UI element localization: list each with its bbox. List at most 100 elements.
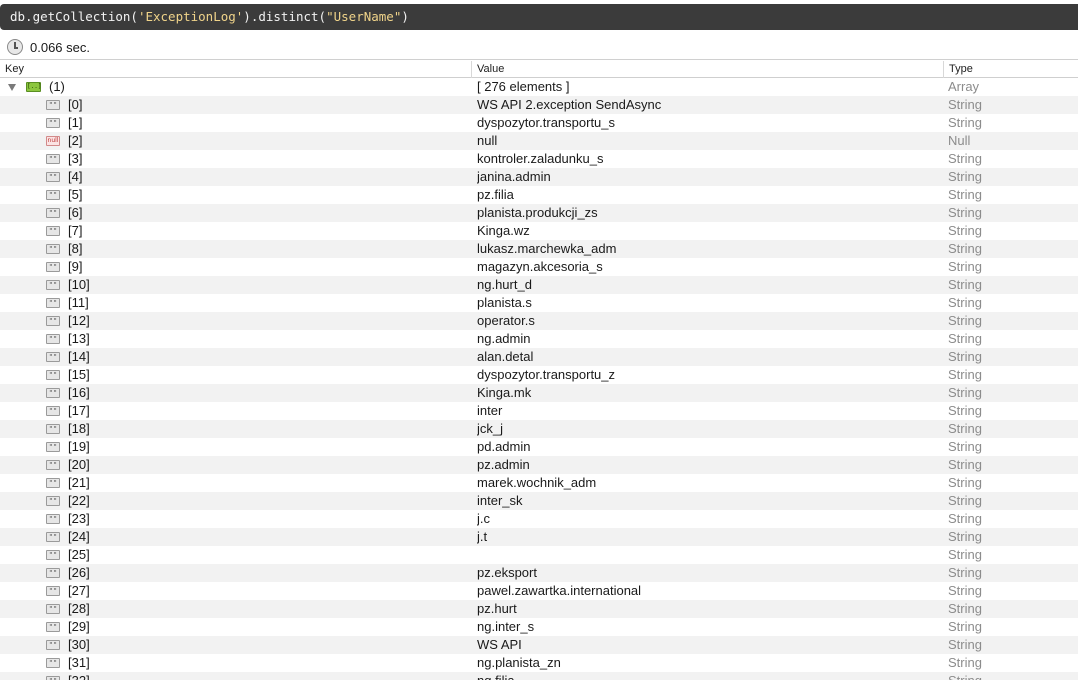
table-row[interactable]: "" [24] j.t String xyxy=(0,528,1078,546)
element-value: kontroler.zaladunku_s xyxy=(477,151,604,166)
element-type: String xyxy=(948,421,982,436)
string-type-icon: "" xyxy=(46,334,60,344)
element-type: String xyxy=(948,655,982,670)
table-row[interactable]: "" [27] pawel.zawartka.international String xyxy=(0,582,1078,600)
table-row[interactable]: "" [0] WS API 2.exception SendAsync String xyxy=(0,96,1078,114)
column-header-type[interactable]: Type xyxy=(943,61,1078,78)
table-row[interactable]: "" [21] marek.wochnik_adm String xyxy=(0,474,1078,492)
query-suffix: ) xyxy=(401,9,409,24)
table-row[interactable]: "" [14] alan.detal String xyxy=(0,348,1078,366)
element-value: WS API 2.exception SendAsync xyxy=(477,97,662,112)
table-row[interactable]: "" [6] planista.produkcji_zs String xyxy=(0,204,1078,222)
element-value: lukasz.marchewka_adm xyxy=(477,241,617,256)
table-row[interactable]: "" [7] Kinga.wz String xyxy=(0,222,1078,240)
element-value: alan.detal xyxy=(477,349,534,364)
table-row[interactable]: "" [23] j.c String xyxy=(0,510,1078,528)
table-row[interactable]: "" [11] planista.s String xyxy=(0,294,1078,312)
table-row[interactable]: null [2] null Null xyxy=(0,132,1078,150)
table-row[interactable]: "" [1] dyspozytor.transportu_s String xyxy=(0,114,1078,132)
string-type-icon: "" xyxy=(46,154,60,164)
element-value: ng.inter_s xyxy=(477,619,535,634)
query-text[interactable]: db.getCollection('ExceptionLog').distinc… xyxy=(10,9,409,24)
string-type-icon: "" xyxy=(46,550,60,560)
element-type: String xyxy=(948,457,982,472)
string-type-icon: "" xyxy=(46,586,60,596)
element-value: WS API xyxy=(477,637,522,652)
element-value: pz.hurt xyxy=(477,601,517,616)
element-type: String xyxy=(948,277,982,292)
element-key: [12] xyxy=(68,313,90,328)
expand-triangle-icon[interactable] xyxy=(8,84,16,91)
element-key: [2] xyxy=(68,133,83,148)
table-row[interactable]: "" [32] ng.filia String xyxy=(0,672,1078,680)
element-value: jck_j xyxy=(477,421,504,436)
element-type: String xyxy=(948,583,982,598)
root-key: (1) xyxy=(49,79,65,94)
table-row[interactable]: "" [4] janina.admin String xyxy=(0,168,1078,186)
element-value: null xyxy=(477,133,498,148)
table-row[interactable]: "" [13] ng.admin String xyxy=(0,330,1078,348)
table-row[interactable]: "" [22] inter_sk String xyxy=(0,492,1078,510)
results-tree[interactable]: [..] (1) [ 276 elements ] Array "" [0] WS … xyxy=(0,78,1078,680)
element-key: [15] xyxy=(68,367,90,382)
table-row[interactable]: "" [31] ng.planista_zn String xyxy=(0,654,1078,672)
key-cell: "" [30] xyxy=(0,636,471,654)
string-type-icon: "" xyxy=(46,118,60,128)
key-cell: "" [13] xyxy=(0,330,471,348)
column-header-key[interactable]: Key xyxy=(0,61,471,78)
element-key: [11] xyxy=(68,295,89,310)
table-row[interactable]: "" [9] magazyn.akcesoria_s String xyxy=(0,258,1078,276)
element-type: String xyxy=(948,439,982,454)
key-cell: "" [22] xyxy=(0,492,471,510)
column-header-value[interactable]: Value xyxy=(471,61,943,78)
element-value: operator.s xyxy=(477,313,535,328)
table-row[interactable]: "" [3] kontroler.zaladunku_s String xyxy=(0,150,1078,168)
table-row[interactable]: "" [8] lukasz.marchewka_adm String xyxy=(0,240,1078,258)
table-row[interactable]: "" [12] operator.s String xyxy=(0,312,1078,330)
string-type-icon: "" xyxy=(46,424,60,434)
table-row[interactable]: "" [10] ng.hurt_d String xyxy=(0,276,1078,294)
string-type-icon: "" xyxy=(46,208,60,218)
element-type: String xyxy=(948,115,982,130)
element-key: [29] xyxy=(68,619,90,634)
key-cell: "" [14] xyxy=(0,348,471,366)
element-type: String xyxy=(948,475,982,490)
element-type: String xyxy=(948,331,982,346)
key-cell: "" [6] xyxy=(0,204,471,222)
element-value: pz.admin xyxy=(477,457,530,472)
results-header: Key Value Type xyxy=(0,61,1078,78)
key-cell: "" [21] xyxy=(0,474,471,492)
table-row[interactable]: "" [28] pz.hurt String xyxy=(0,600,1078,618)
table-row[interactable]: "" [20] pz.admin String xyxy=(0,456,1078,474)
element-type: String xyxy=(948,349,982,364)
string-type-icon: "" xyxy=(46,640,60,650)
table-row[interactable]: "" [30] WS API String xyxy=(0,636,1078,654)
element-key: [16] xyxy=(68,385,90,400)
string-type-icon: "" xyxy=(46,388,60,398)
table-row[interactable]: "" [29] ng.inter_s String xyxy=(0,618,1078,636)
table-row[interactable]: "" [19] pd.admin String xyxy=(0,438,1078,456)
key-cell: "" [15] xyxy=(0,366,471,384)
key-cell: "" [10] xyxy=(0,276,471,294)
table-row[interactable]: "" [15] dyspozytor.transportu_z String xyxy=(0,366,1078,384)
element-key: [20] xyxy=(68,457,90,472)
string-type-icon: "" xyxy=(46,568,60,578)
query-bar[interactable]: db.getCollection('ExceptionLog').distinc… xyxy=(0,4,1078,30)
element-key: [4] xyxy=(68,169,83,184)
string-type-icon: "" xyxy=(46,442,60,452)
table-row[interactable]: "" [18] jck_j String xyxy=(0,420,1078,438)
element-key: [21] xyxy=(68,475,90,490)
element-value: Kinga.mk xyxy=(477,385,532,400)
element-value: pd.admin xyxy=(477,439,531,454)
table-row[interactable]: "" [17] inter String xyxy=(0,402,1078,420)
key-cell: "" [1] xyxy=(0,114,471,132)
table-row[interactable]: "" [26] pz.eksport String xyxy=(0,564,1078,582)
table-row[interactable]: "" [5] pz.filia String xyxy=(0,186,1078,204)
root-row[interactable]: [..] (1) [ 276 elements ] Array xyxy=(0,78,1078,96)
element-type: String xyxy=(948,547,982,562)
table-row[interactable]: "" [16] Kinga.mk String xyxy=(0,384,1078,402)
key-cell: "" [8] xyxy=(0,240,471,258)
element-key: [13] xyxy=(68,331,90,346)
table-row[interactable]: "" [25] String xyxy=(0,546,1078,564)
element-value: planista.produkcji_zs xyxy=(477,205,598,220)
